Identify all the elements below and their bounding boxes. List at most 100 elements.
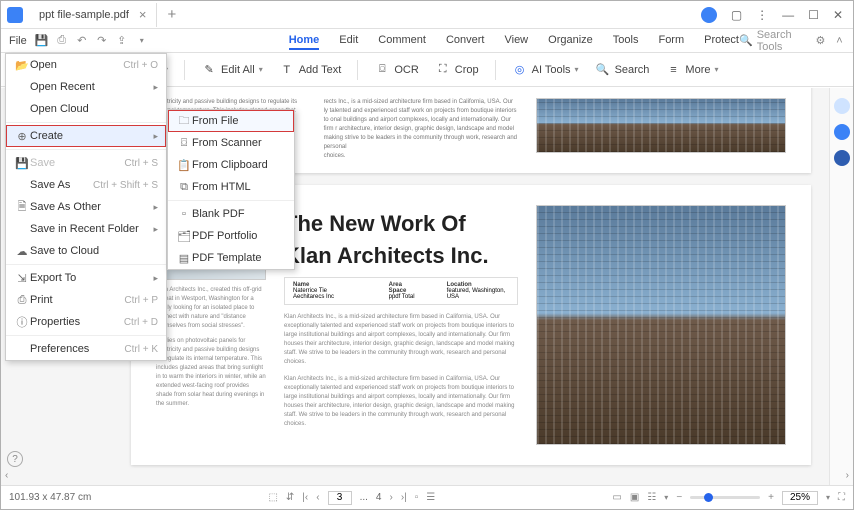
search-tools[interactable]: 🔍 Search Tools [739, 29, 803, 53]
ai-tools-button[interactable]: ◎AI Tools▾ [506, 59, 585, 81]
title-bar: ppt file-sample.pdf × + ▢ ⋮ — ☐ ✕ [1, 1, 853, 29]
tab-tools[interactable]: Tools [613, 32, 639, 50]
menu-save-recent-folder[interactable]: Save in Recent Folder▸ [6, 218, 166, 240]
zoom-controls: ▭ ▣ ☷ ▾ − + ▾ ⛶ [612, 491, 845, 505]
document-tab[interactable]: ppt file-sample.pdf × [29, 3, 157, 27]
submenu-from-file[interactable]: 🗀From File [168, 110, 294, 132]
crop-button[interactable]: ⛶ Crop [429, 59, 485, 81]
create-submenu: 🗀From File ⌼From Scanner 📋From Clipboard… [167, 109, 295, 270]
tab-convert[interactable]: Convert [446, 32, 485, 50]
menu-save-cloud[interactable]: ☁Save to Cloud [6, 240, 166, 262]
menu-preferences[interactable]: PreferencesCtrl + K [6, 338, 166, 360]
zoom-input[interactable] [782, 491, 818, 505]
menu-open-cloud[interactable]: Open Cloud [6, 98, 166, 120]
menu-open[interactable]: 📂OpenCtrl + O [6, 54, 166, 76]
window-panel-icon[interactable]: ▢ [731, 8, 742, 22]
layout-icon[interactable]: ☷ [647, 492, 656, 503]
window-maximize-icon[interactable]: ☐ [808, 8, 819, 22]
prev-page-icon[interactable]: ‹ [316, 492, 319, 503]
clipboard-icon: 📋 [176, 159, 192, 172]
html-icon: ⧉ [176, 181, 192, 194]
save-other-icon: 🗎 [14, 198, 30, 217]
horizontal-scroll[interactable]: ‹› [5, 469, 849, 481]
print-icon[interactable]: ⎙ [55, 34, 69, 48]
tab-organize[interactable]: Organize [548, 32, 593, 50]
window-close-icon[interactable]: ✕ [833, 8, 843, 22]
redo-icon[interactable]: ↷ [95, 34, 109, 48]
presentation-icon[interactable]: ▣ [630, 492, 639, 503]
folder-open-icon: 📂 [14, 59, 30, 72]
add-tab-button[interactable]: + [157, 6, 186, 23]
file-menu-button[interactable]: File [9, 35, 27, 47]
add-text-label: Add Text [299, 64, 342, 76]
print-icon: ⎙ [14, 294, 30, 307]
menu-properties[interactable]: ⓘPropertiesCtrl + D [6, 311, 166, 333]
menu-save-as-other[interactable]: 🗎Save As Other▸ [6, 196, 166, 218]
share-icon[interactable]: ⇪ [115, 34, 129, 48]
last-page-icon[interactable]: ›| [401, 492, 407, 503]
save-icon[interactable]: 💾 [35, 34, 49, 48]
page-nav: ⬚ ⇵ |‹ ‹ ...4 › ›| ▫ ☰ [268, 491, 435, 505]
menu-create[interactable]: ⊕Create▸ [6, 125, 166, 147]
tab-view[interactable]: View [504, 32, 528, 50]
submenu-blank-pdf[interactable]: ▫Blank PDF [168, 203, 294, 225]
single-page-icon[interactable]: ▫ [415, 492, 419, 503]
menu-open-recent[interactable]: Open Recent▸ [6, 76, 166, 98]
crop-icon: ⛶ [435, 62, 451, 78]
body-text: Klan Architects Inc., is a mid-sized arc… [284, 313, 518, 367]
panel-icon[interactable] [834, 98, 850, 114]
more-button[interactable]: ≡More▾ [659, 59, 724, 81]
ocr-label: OCR [394, 64, 418, 76]
first-page-icon[interactable]: |‹ [302, 492, 308, 503]
window-kebab-icon[interactable]: ⋮ [756, 8, 768, 22]
tab-edit[interactable]: Edit [339, 32, 358, 50]
body-text: Klan Architects Inc., created this off-g… [156, 286, 266, 331]
submenu-pdf-portfolio[interactable]: 🗂PDF Portfolio [168, 225, 294, 247]
view-mode-icon[interactable]: ▭ [612, 492, 621, 503]
tab-comment[interactable]: Comment [378, 32, 426, 50]
menu-export[interactable]: ⇲Export To▸ [6, 267, 166, 289]
close-tab-icon[interactable]: × [139, 7, 147, 22]
ai-tools-label: AI Tools [532, 64, 571, 76]
search-placeholder: Search Tools [757, 29, 803, 53]
next-page-icon[interactable]: › [389, 492, 392, 503]
add-text-button[interactable]: TAdd Text [273, 59, 348, 81]
fit-width-icon[interactable]: ⬚ [268, 492, 277, 503]
submenu-from-scanner[interactable]: ⌼From Scanner [168, 132, 294, 154]
help-icon[interactable]: ? [7, 451, 23, 467]
reading-mode-icon[interactable]: ⇵ [286, 492, 294, 503]
more-label: More [685, 64, 710, 76]
settings-icon[interactable]: ⚙ [815, 34, 826, 48]
submenu-pdf-template[interactable]: ▤PDF Template [168, 247, 294, 269]
word-panel-icon[interactable] [834, 150, 850, 166]
ocr-button[interactable]: ⌼OCR [368, 59, 424, 81]
portfolio-icon: 🗂 [176, 230, 192, 243]
right-sidebar [829, 88, 853, 485]
menu-save-as[interactable]: Save AsCtrl + Shift + S [6, 174, 166, 196]
zoom-out-icon[interactable]: − [676, 492, 682, 503]
submenu-from-clipboard[interactable]: 📋From Clipboard [168, 154, 294, 176]
window-minimize-icon[interactable]: — [782, 8, 794, 22]
submenu-from-html[interactable]: ⧉From HTML [168, 176, 294, 198]
menu-bar: File 💾 ⎙ ↶ ↷ ⇪ ▾ Home Edit Comment Conve… [1, 29, 853, 53]
crop-label: Crop [455, 64, 479, 76]
undo-icon[interactable]: ↶ [75, 34, 89, 48]
info-table: NameNaterrice Tie Aechitarecs Inc Area S… [284, 277, 518, 305]
zoom-in-icon[interactable]: + [768, 492, 774, 503]
ai-panel-icon[interactable] [834, 124, 850, 140]
qat-dropdown-icon[interactable]: ▾ [135, 34, 149, 48]
tab-protect[interactable]: Protect [704, 32, 739, 50]
page-input[interactable] [328, 491, 352, 505]
zoom-slider[interactable] [690, 496, 760, 499]
user-badge-icon[interactable] [701, 7, 717, 23]
template-icon: ▤ [176, 252, 192, 265]
search-button[interactable]: 🔍Search [589, 59, 656, 81]
tab-form[interactable]: Form [658, 32, 684, 50]
edit-all-button[interactable]: ✎Edit All▾ [195, 59, 269, 81]
fullscreen-icon[interactable]: ⛶ [838, 492, 845, 503]
ai-icon: ◎ [512, 62, 528, 78]
continuous-icon[interactable]: ☰ [426, 492, 435, 503]
tab-home[interactable]: Home [289, 32, 320, 50]
collapse-ribbon-icon[interactable]: ˄ [834, 34, 845, 48]
menu-print[interactable]: ⎙PrintCtrl + P [6, 289, 166, 311]
